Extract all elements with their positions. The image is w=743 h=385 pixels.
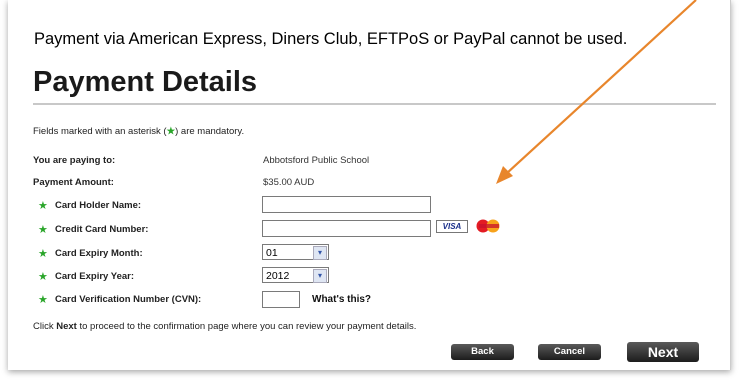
annotation-arrow-icon xyxy=(496,0,697,184)
